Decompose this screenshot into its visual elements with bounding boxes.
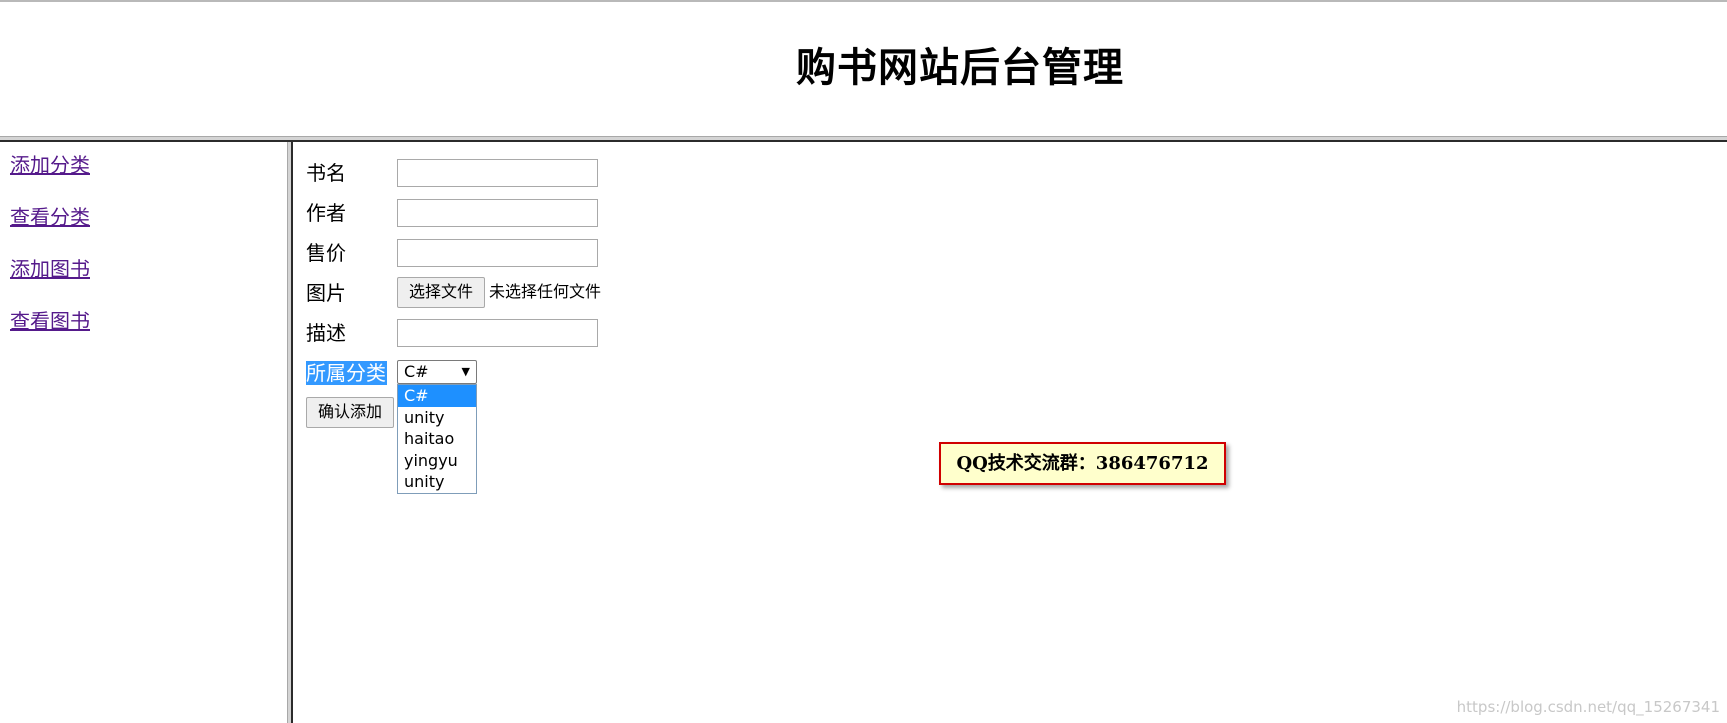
- choose-file-button[interactable]: 选择文件: [397, 277, 485, 308]
- book-name-label: 书名: [306, 161, 346, 185]
- sidebar-link-view-books[interactable]: 查看图书: [10, 309, 90, 333]
- category-select[interactable]: C# ▼: [397, 360, 477, 384]
- dropdown-option[interactable]: unity: [398, 471, 476, 493]
- image-label: 图片: [306, 281, 346, 305]
- file-status-text: 未选择任何文件: [489, 282, 602, 301]
- page-title: 购书网站后台管理: [796, 45, 1124, 91]
- book-name-input[interactable]: [397, 159, 598, 187]
- author-input[interactable]: [397, 199, 598, 227]
- sidebar-frame: 添加分类 查看分类 添加图书 查看图书: [0, 142, 287, 723]
- header-frame: 购书网站后台管理: [0, 2, 1727, 136]
- dropdown-option[interactable]: haitao: [398, 428, 476, 450]
- confirm-add-button[interactable]: 确认添加: [306, 397, 394, 428]
- description-input[interactable]: [397, 319, 598, 347]
- main-frame: 书名 作者 售价 图片 选择文件 未选择任何文件 描述 所属分类 C# ▼ 确认…: [293, 142, 1727, 723]
- sidebar-link-add-book[interactable]: 添加图书: [10, 257, 90, 281]
- qq-group-badge: QQ技术交流群：386476712: [939, 442, 1226, 485]
- description-label: 描述: [306, 321, 346, 345]
- dropdown-option[interactable]: unity: [398, 407, 476, 429]
- chevron-down-icon: ▼: [461, 365, 470, 378]
- category-select-value: C#: [404, 362, 429, 381]
- sidebar-link-view-categories[interactable]: 查看分类: [10, 205, 90, 229]
- source-watermark: https://blog.csdn.net/qq_15267341: [1456, 698, 1720, 716]
- category-label: 所属分类: [306, 361, 387, 385]
- author-label: 作者: [306, 201, 346, 225]
- dropdown-option[interactable]: yingyu: [398, 450, 476, 472]
- category-dropdown-list: C# unity haitao yingyu unity: [397, 384, 477, 494]
- sidebar-link-add-category[interactable]: 添加分类: [10, 153, 90, 177]
- price-label: 售价: [306, 241, 346, 265]
- dropdown-option[interactable]: C#: [398, 385, 476, 407]
- price-input[interactable]: [397, 239, 598, 267]
